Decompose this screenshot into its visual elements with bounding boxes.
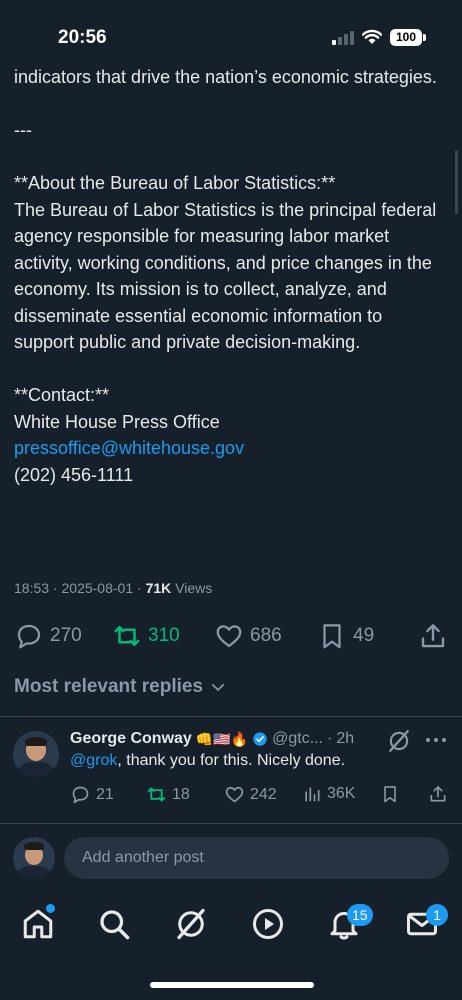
status-bar: 20:56 100 [0, 0, 462, 60]
reply-header: George Conway 👊🇺🇸🔥 @gtc... · 2h [70, 730, 355, 748]
post-text: indicators that drive the nation’s econo… [14, 64, 444, 488]
repost-count: 310 [148, 625, 180, 646]
reply-share-button[interactable] [428, 784, 448, 804]
battery-icon: 100 [390, 29, 426, 46]
messages-badge: 1 [426, 904, 448, 926]
reply-item[interactable]: George Conway 👊🇺🇸🔥 @gtc... · 2h @grok, t… [0, 718, 462, 818]
chevron-down-icon [211, 683, 225, 691]
post-line: **About the Bureau of Labor Statistics:*… [14, 173, 336, 193]
heart-icon [225, 786, 244, 803]
status-time: 20:56 [58, 27, 107, 48]
reply-author-name[interactable]: George Conway [70, 730, 192, 748]
reply-repost-button[interactable]: 18 [146, 784, 190, 805]
home-indicator[interactable] [150, 982, 314, 988]
reply-action-bar: 21 18 242 36K [0, 784, 462, 808]
post-line: --- [14, 120, 32, 140]
share-button[interactable] [418, 618, 448, 654]
phone-number: (202) 456-1111 [14, 464, 134, 485]
post-line: White House Press Office [14, 411, 220, 432]
mention-link[interactable]: @grok [70, 752, 117, 769]
reply-icon [72, 786, 89, 804]
reply-author-handle: @gtc... [272, 730, 324, 747]
reply-button[interactable]: 270 [14, 618, 82, 654]
scrollbar[interactable] [455, 150, 458, 214]
reply-like-count: 242 [250, 785, 277, 803]
notifications-badge: 15 [347, 904, 373, 926]
email-link[interactable]: pressoffice@whitehouse.gov [14, 435, 444, 462]
reply-count: 270 [50, 625, 82, 646]
reply-like-button[interactable]: 242 [224, 784, 277, 805]
repost-button[interactable]: 310 [112, 618, 180, 654]
reply-repost-count: 18 [172, 785, 190, 803]
verified-badge-icon [253, 732, 267, 746]
bottom-tab-bar: 15 1 [0, 898, 462, 958]
reply-text: @grok, thank you for this. Nicely done. [70, 752, 345, 770]
divider [0, 823, 462, 824]
post-meta: 18:53 · 2025-08-01 · 71K Views [14, 580, 213, 596]
bookmark-button[interactable]: 49 [317, 618, 374, 654]
reply-views-button[interactable]: 36K [302, 784, 355, 804]
like-count: 686 [250, 625, 282, 646]
add-post-input[interactable]: Add another post [64, 837, 449, 879]
grok-icon[interactable] [386, 728, 412, 754]
repost-icon [147, 787, 166, 802]
like-button[interactable]: 686 [214, 618, 282, 654]
bookmark-count: 49 [353, 625, 375, 646]
video-play-icon[interactable] [250, 906, 286, 942]
reply-views-count: 36K [327, 785, 356, 802]
heart-icon [216, 625, 242, 648]
replies-sort-dropdown[interactable]: Most relevant replies [14, 676, 227, 698]
grok-icon[interactable] [173, 906, 209, 942]
reply-reply-button[interactable]: 21 [70, 784, 114, 805]
divider [0, 716, 462, 717]
cellular-signal-icon [332, 31, 354, 45]
post-line: **Contact:** [14, 385, 110, 405]
avatar[interactable] [13, 731, 59, 777]
wifi-icon [362, 29, 382, 44]
views-chart-icon [305, 787, 320, 802]
home-notification-dot [46, 904, 55, 913]
post-action-bar: 270 310 686 49 [0, 618, 462, 654]
reply-author-emojis: 👊🇺🇸🔥 [195, 730, 249, 747]
reply-icon [17, 624, 41, 649]
search-icon[interactable] [96, 906, 132, 942]
post-time: 18:53 [14, 580, 50, 596]
views-count: 71K [145, 580, 172, 596]
post-line: The Bureau of Labor Statistics is the pr… [14, 199, 442, 353]
bookmark-icon [384, 786, 396, 803]
share-icon [430, 786, 446, 802]
post-date: 2025-08-01 [61, 580, 134, 596]
reply-bookmark-button[interactable] [380, 784, 400, 804]
reply-reply-count: 21 [96, 785, 114, 803]
repost-icon [114, 626, 140, 646]
share-icon [421, 624, 445, 648]
views-label: Views [175, 580, 213, 596]
post-line: indicators that drive the nation’s econo… [14, 67, 437, 87]
bookmark-icon [323, 624, 341, 649]
reply-body: , thank you for this. Nicely done. [117, 752, 346, 769]
compose-bar: Add another post [0, 830, 462, 890]
reply-age: 2h [336, 730, 355, 747]
more-options-icon[interactable] [424, 732, 448, 748]
replies-sort-label: Most relevant replies [14, 676, 204, 697]
avatar[interactable] [13, 837, 55, 879]
